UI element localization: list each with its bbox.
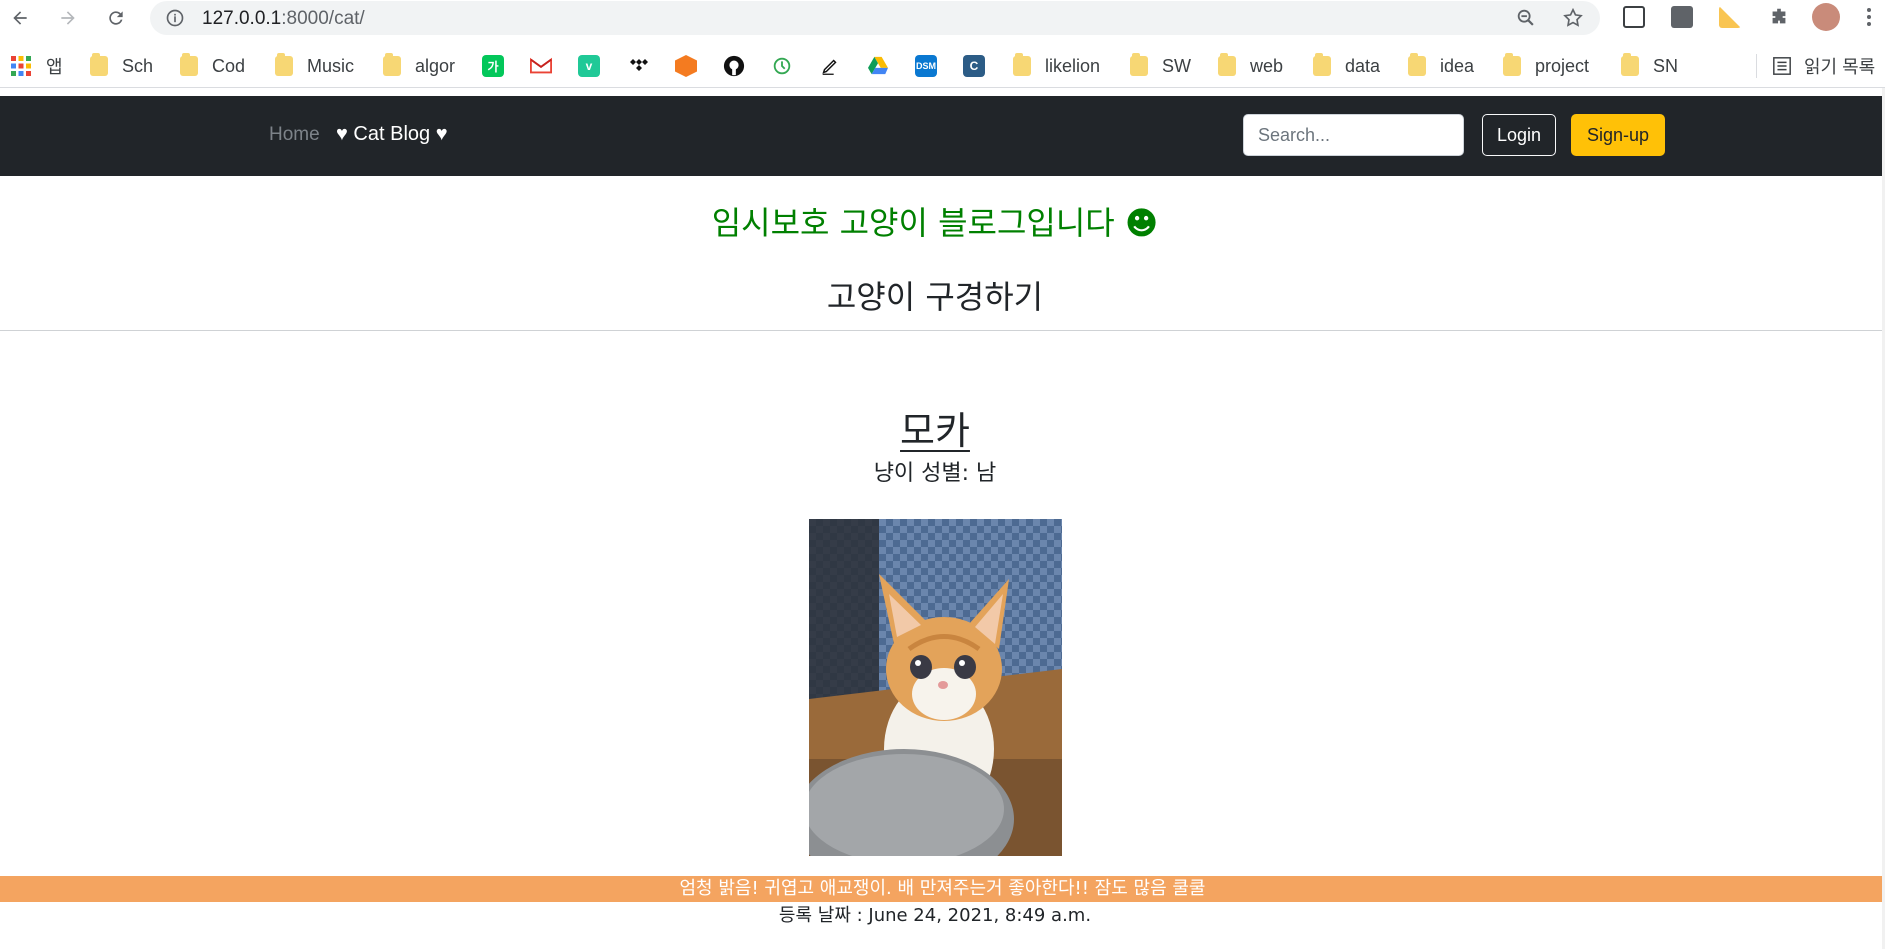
bookmark-folder-sch[interactable]: Sch — [90, 53, 154, 78]
extensions-icon[interactable] — [1768, 6, 1790, 28]
folder-icon — [1621, 53, 1639, 76]
bookmark-folder-idea[interactable]: idea — [1408, 53, 1475, 78]
bookmark-label: Cod — [212, 55, 246, 76]
search-input[interactable] — [1243, 114, 1464, 156]
folder-icon — [383, 53, 401, 76]
cat-photo — [809, 519, 1062, 856]
signup-button[interactable]: Sign-up — [1571, 114, 1665, 156]
bookmark-folder-likelion[interactable]: likelion — [1013, 53, 1101, 78]
bookmark-folder-cod[interactable]: Cod — [180, 53, 246, 78]
bookmark-pen-site[interactable] — [819, 54, 841, 78]
bookmark-label: Sch — [122, 55, 154, 76]
folder-icon — [1313, 53, 1331, 76]
cube-icon — [675, 55, 697, 77]
bookmark-label: web — [1250, 55, 1284, 76]
url-path: :8000/cat/ — [281, 8, 365, 29]
apps-grid-icon — [11, 56, 31, 76]
bookmark-gmail[interactable] — [530, 54, 552, 78]
nav-brand-link[interactable]: ♥ Cat Blog ♥ — [336, 123, 448, 146]
login-button[interactable]: Login — [1482, 114, 1556, 156]
bookmark-label: SN — [1653, 55, 1679, 76]
nav-home-link[interactable]: Home — [269, 124, 320, 146]
bookmark-label: idea — [1440, 55, 1475, 76]
folder-icon — [1503, 53, 1521, 76]
bookmark-naver-dict[interactable]: 가 — [482, 54, 504, 78]
bookmark-tidal[interactable] — [627, 54, 649, 78]
bookmark-label: data — [1345, 55, 1381, 76]
c-site-icon: C — [963, 55, 985, 77]
bookmark-label: algor — [415, 55, 456, 76]
vimeo-icon: v — [578, 55, 600, 77]
cat-description: 엄청 밝음! 귀엽고 애교쟁이. 배 만져주는거 좋아한다!! 잠도 많음 쿨쿨 — [0, 876, 1885, 902]
ruler-extension-icon[interactable] — [1719, 6, 1741, 28]
back-icon[interactable] — [6, 4, 34, 32]
bookmark-folder-web[interactable]: web — [1218, 53, 1284, 78]
bookmark-clock-site[interactable] — [771, 54, 793, 78]
url-host: 127.0.0.1 — [202, 8, 282, 29]
naver-dictionary-icon: 가 — [482, 55, 504, 77]
registration-date: 등록 날짜 : June 24, 2021, 8:49 a.m. — [778, 905, 1092, 926]
cat-name-link[interactable]: 모카 — [900, 409, 970, 453]
url-text[interactable]: 127.0.0.1:8000/cat/ — [202, 8, 365, 30]
gmail-icon — [530, 57, 552, 74]
bookmark-vimeo[interactable]: v — [578, 54, 600, 78]
reading-list-icon — [1773, 57, 1791, 75]
bookmark-github[interactable] — [723, 54, 745, 78]
tidal-icon — [630, 59, 648, 71]
bookmarks-divider — [1756, 54, 1757, 78]
reading-list-button[interactable]: 읽기 목록 — [1772, 54, 1875, 78]
bookmark-folder-sw[interactable]: SW — [1130, 53, 1191, 78]
cat-photo-image — [809, 519, 1062, 856]
clock-icon — [773, 57, 791, 75]
bookmark-folder-sn[interactable]: SN — [1621, 53, 1679, 78]
section-divider — [0, 330, 1885, 331]
bookmark-label: SW — [1162, 55, 1191, 76]
bookmark-apps-label: 앱 — [46, 57, 63, 77]
folder-icon — [1130, 53, 1148, 76]
menu-icon[interactable] — [1866, 6, 1872, 28]
folder-icon — [1013, 53, 1031, 76]
reading-list-label: 읽기 목록 — [1804, 57, 1876, 77]
browser-toolbar: 127.0.0.1:8000/cat/ — [0, 0, 1885, 36]
bookmark-apps[interactable]: 앱 — [10, 54, 63, 78]
profile-avatar[interactable] — [1812, 3, 1840, 31]
bookmark-folder-data[interactable]: data — [1313, 53, 1381, 78]
section-title: 고양이 구경하기 — [826, 278, 1044, 316]
zoom-icon[interactable] — [1515, 7, 1537, 29]
bookmark-folder-algor[interactable]: algor — [383, 53, 456, 78]
bookmark-folder-music[interactable]: Music — [275, 53, 355, 78]
github-icon — [723, 55, 745, 77]
cat-name-heading: 모카 — [0, 400, 1870, 455]
bookmark-c-site[interactable]: C — [963, 54, 985, 78]
cat-gender-text: 냥이 성별: 남 — [873, 461, 997, 486]
bookmark-cube[interactable] — [675, 54, 697, 78]
media-extension-icon[interactable] — [1623, 6, 1645, 28]
bookmark-dsm[interactable]: DSM — [915, 54, 937, 78]
dsm-icon: DSM — [915, 55, 937, 77]
page-title: 임시보호 고양이 블로그입니다 ☻ — [711, 204, 1159, 242]
pen-icon — [822, 59, 837, 75]
bookmark-label: likelion — [1045, 55, 1101, 76]
google-drive-icon — [868, 56, 888, 75]
folder-icon — [1408, 53, 1426, 76]
bookmark-folder-project[interactable]: project — [1503, 53, 1590, 78]
address-bar[interactable]: 127.0.0.1:8000/cat/ — [150, 1, 1600, 35]
folder-icon — [1218, 53, 1236, 76]
star-icon[interactable] — [1562, 7, 1584, 29]
folder-icon — [275, 53, 293, 76]
site-info-icon[interactable] — [165, 8, 185, 28]
bookmark-label: Music — [307, 55, 355, 76]
folder-icon — [180, 53, 198, 76]
instapaper-extension-icon[interactable] — [1671, 6, 1693, 28]
forward-icon[interactable] — [54, 4, 82, 32]
reload-icon[interactable] — [102, 4, 130, 32]
folder-icon — [90, 53, 108, 76]
site-navbar: Home ♥ Cat Blog ♥ Login Sign-up — [0, 96, 1885, 176]
bookmarks-bar: 앱 Sch Cod Music algor 가 v DSM C likelion… — [0, 44, 1885, 88]
bookmark-google-drive[interactable] — [867, 54, 889, 78]
bookmark-label: project — [1535, 55, 1590, 76]
